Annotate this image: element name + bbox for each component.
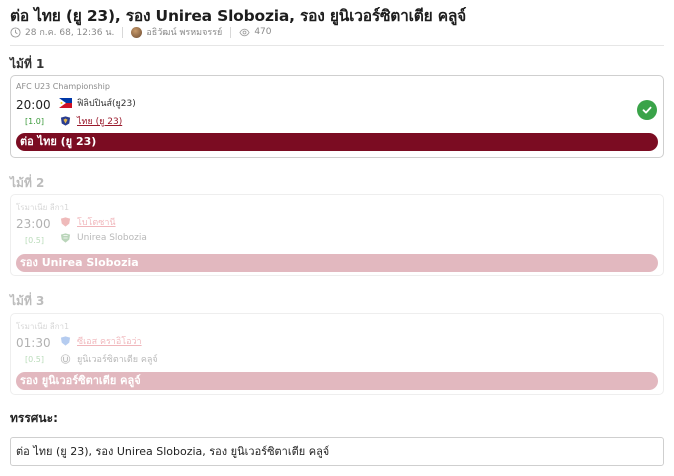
post-date: 28 ก.ค. 68, 12:36 น.	[25, 28, 115, 38]
handicap-odds: [0.5]	[25, 355, 44, 364]
match-2-label: ไม้ที่ 2	[10, 176, 45, 190]
home-team: ซีเอส คราอิโอว่า	[59, 334, 142, 348]
opinion-heading: ทรรศนะ:	[10, 411, 58, 425]
kickoff-time: 01:30	[16, 336, 51, 350]
home-team: โบโตซานี	[59, 215, 116, 229]
check-circle-icon	[637, 100, 657, 120]
league-name: โรมาเนีย ลีกา1	[16, 203, 70, 212]
away-team: ยูนิเวอร์ซิตาเตีย คลูจ์	[59, 352, 158, 366]
kickoff-time: 23:00	[16, 217, 51, 231]
home-team: ฟิลิปปินส์(ยู23)	[59, 96, 136, 110]
home-team-name: ฟิลิปปินส์(ยู23)	[77, 99, 136, 109]
philippines-flag-icon	[59, 98, 72, 108]
pick-bar: ต่อ ไทย (ยู 23)	[16, 133, 658, 151]
handicap-odds: [0.5]	[25, 236, 44, 245]
article-meta: 28 ก.ค. 68, 12:36 น. อธิวัฒน์ พรหมจรรย์ …	[10, 24, 272, 40]
pick-bar: รอง ยูนิเวอร์ซิตาเตีย คลูจ์	[16, 372, 658, 390]
away-team: ไทย (ยู 23)	[59, 114, 122, 128]
clock-icon	[10, 26, 21, 38]
home-team-name[interactable]: โบโตซานี	[77, 215, 116, 229]
club-crest-icon	[60, 217, 71, 227]
home-team-name[interactable]: ซีเอส คราอิโอว่า	[77, 334, 142, 348]
pick-bar: รอง Unirea Slobozia	[16, 254, 658, 272]
thailand-crest-icon	[60, 116, 71, 126]
author-avatar	[131, 26, 143, 38]
away-team-name: ยูนิเวอร์ซิตาเตีย คลูจ์	[77, 355, 158, 365]
away-team: Unirea Slobozia	[59, 233, 147, 243]
meta-divider	[122, 26, 124, 38]
kickoff-time: 20:00	[16, 98, 51, 112]
league-name: โรมาเนีย ลีกา1	[16, 322, 70, 331]
handicap-odds: [1.0]	[25, 117, 44, 126]
club-crest-icon	[60, 336, 71, 346]
header-divider	[10, 45, 664, 46]
match-card-1[interactable]: AFC U23 Championship 20:00 [1.0] ฟิลิปปิ…	[10, 75, 664, 158]
opinion-text: ต่อ ไทย (ยู 23), รอง Unirea Slobozia, รอ…	[10, 437, 664, 466]
view-count: 470	[254, 27, 272, 37]
away-team-name: Unirea Slobozia	[77, 233, 147, 243]
league-name: AFC U23 Championship	[16, 82, 110, 91]
club-crest-icon	[60, 233, 71, 243]
eye-icon	[239, 28, 250, 36]
club-crest-icon	[60, 354, 71, 364]
author-name[interactable]: อธิวัฒน์ พรหมจรรย์	[146, 25, 222, 39]
away-team-name[interactable]: ไทย (ยู 23)	[77, 114, 122, 128]
match-card-3[interactable]: โรมาเนีย ลีกา1 01:30 [0.5] ซีเอส คราอิโอ…	[10, 313, 664, 395]
match-1-label: ไม้ที่ 1	[10, 57, 45, 71]
match-card-2[interactable]: โรมาเนีย ลีกา1 23:00 [0.5] โบโตซานี Unir…	[10, 194, 664, 276]
meta-divider	[230, 26, 232, 38]
match-3-label: ไม้ที่ 3	[10, 294, 45, 308]
